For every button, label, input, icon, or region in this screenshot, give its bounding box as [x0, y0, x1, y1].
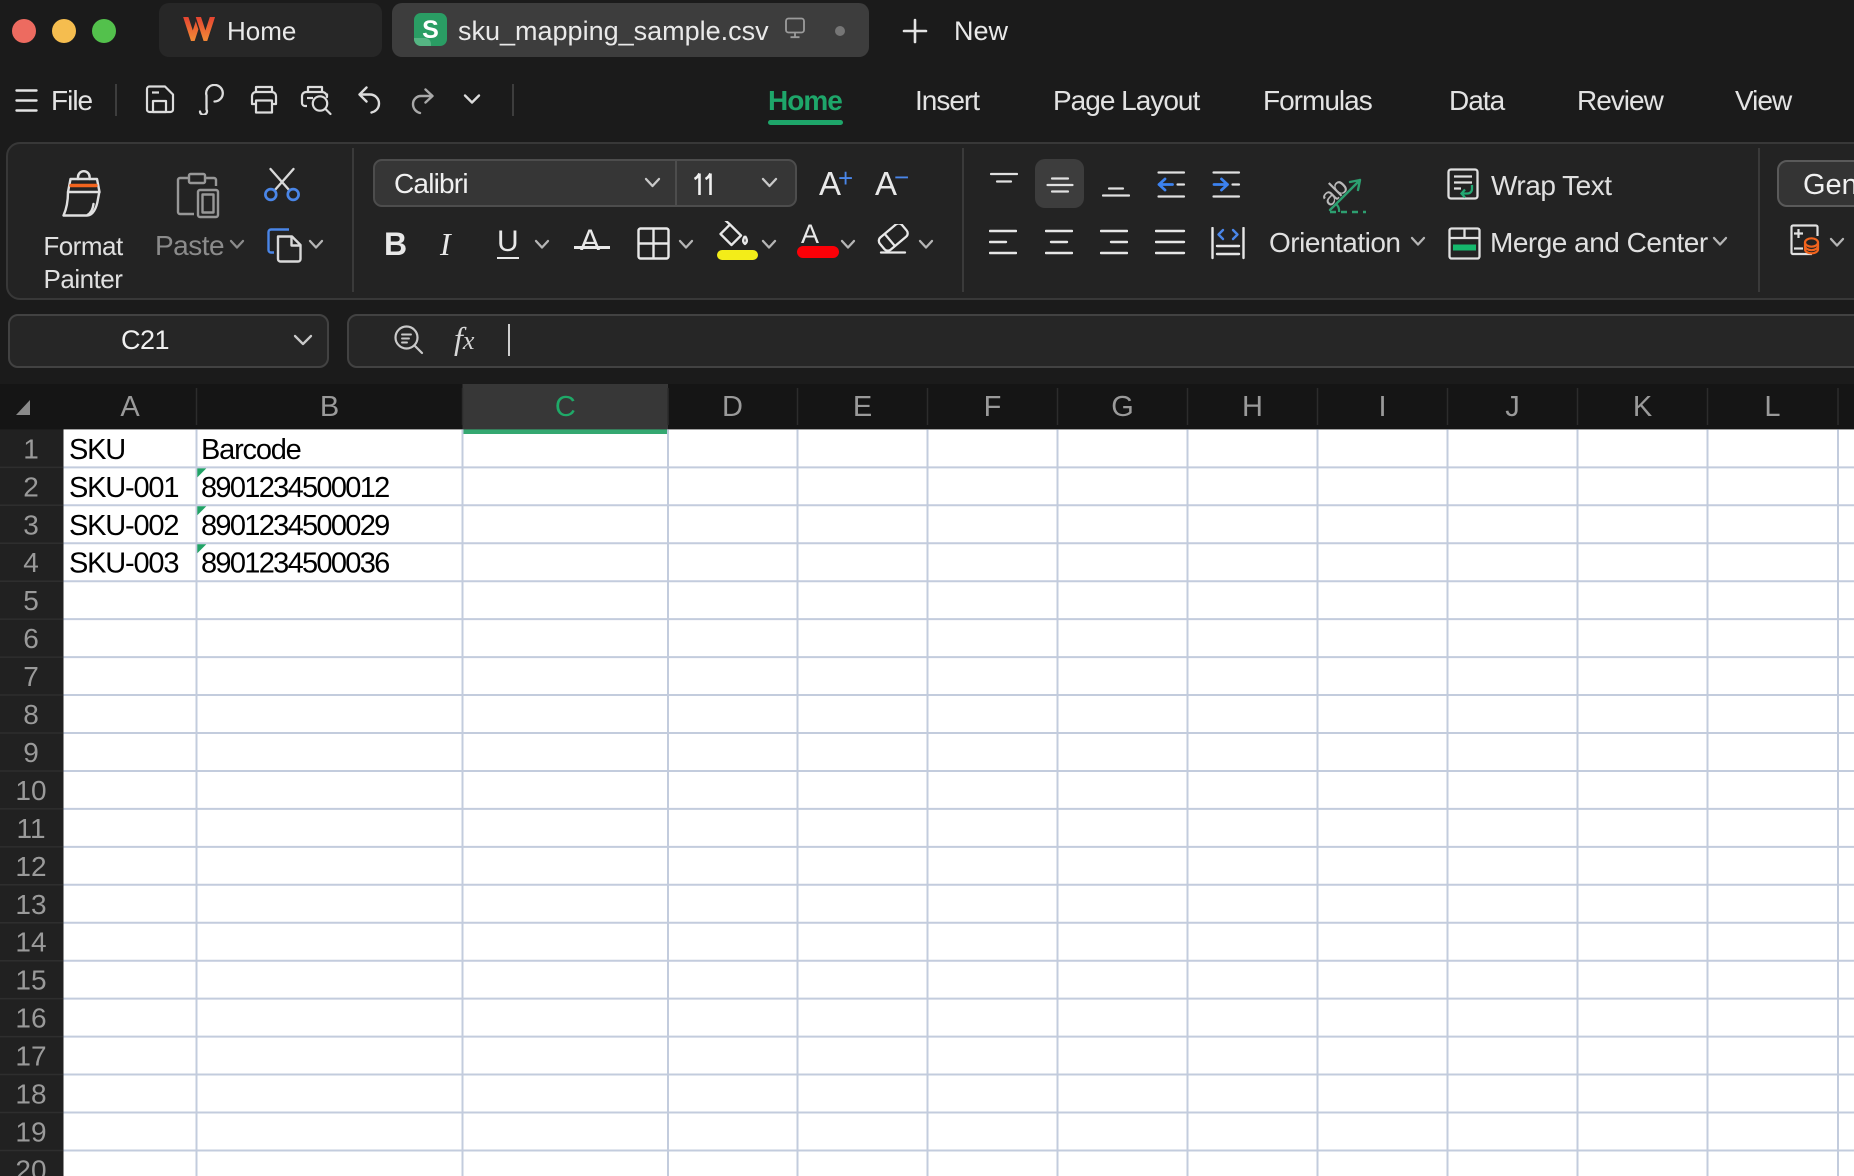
svg-text:K: K [1633, 391, 1653, 423]
svg-text:13: 13 [15, 889, 46, 920]
svg-text:8: 8 [23, 699, 39, 730]
svg-text:SKU-001: SKU-001 [69, 472, 178, 504]
svg-text:D: D [722, 391, 743, 423]
svg-text:19: 19 [15, 1116, 46, 1147]
svg-text:A: A [120, 391, 140, 423]
svg-text:7: 7 [23, 661, 39, 692]
svg-text:8901234500029: 8901234500029 [201, 510, 389, 542]
svg-text:18: 18 [15, 1079, 46, 1110]
svg-text:11: 11 [16, 813, 45, 844]
svg-text:2: 2 [23, 471, 39, 502]
svg-text:F: F [984, 391, 1002, 423]
svg-text:14: 14 [15, 927, 46, 958]
svg-text:1: 1 [23, 433, 39, 464]
svg-text:B: B [320, 391, 339, 423]
svg-text:8901234500036: 8901234500036 [201, 548, 389, 580]
svg-text:4: 4 [23, 547, 39, 578]
svg-text:J: J [1505, 391, 1520, 423]
svg-text:SKU-002: SKU-002 [69, 510, 178, 542]
svg-text:I: I [1378, 391, 1386, 423]
svg-text:C: C [555, 391, 576, 423]
svg-text:E: E [853, 391, 872, 423]
svg-text:5: 5 [23, 585, 39, 616]
svg-text:8901234500012: 8901234500012 [201, 472, 389, 504]
svg-text:17: 17 [15, 1041, 46, 1072]
svg-text:3: 3 [23, 509, 39, 540]
svg-text:G: G [1111, 391, 1134, 423]
svg-text:12: 12 [15, 851, 46, 882]
svg-text:SKU-003: SKU-003 [69, 548, 178, 580]
svg-text:H: H [1242, 391, 1263, 423]
svg-text:SKU: SKU [69, 434, 125, 466]
svg-text:15: 15 [15, 965, 46, 996]
svg-text:9: 9 [23, 737, 39, 768]
svg-text:Barcode: Barcode [201, 434, 301, 466]
svg-text:6: 6 [23, 623, 39, 654]
svg-text:20: 20 [15, 1154, 46, 1176]
svg-text:L: L [1764, 391, 1780, 423]
svg-text:10: 10 [15, 775, 46, 806]
svg-text:16: 16 [15, 1003, 46, 1034]
